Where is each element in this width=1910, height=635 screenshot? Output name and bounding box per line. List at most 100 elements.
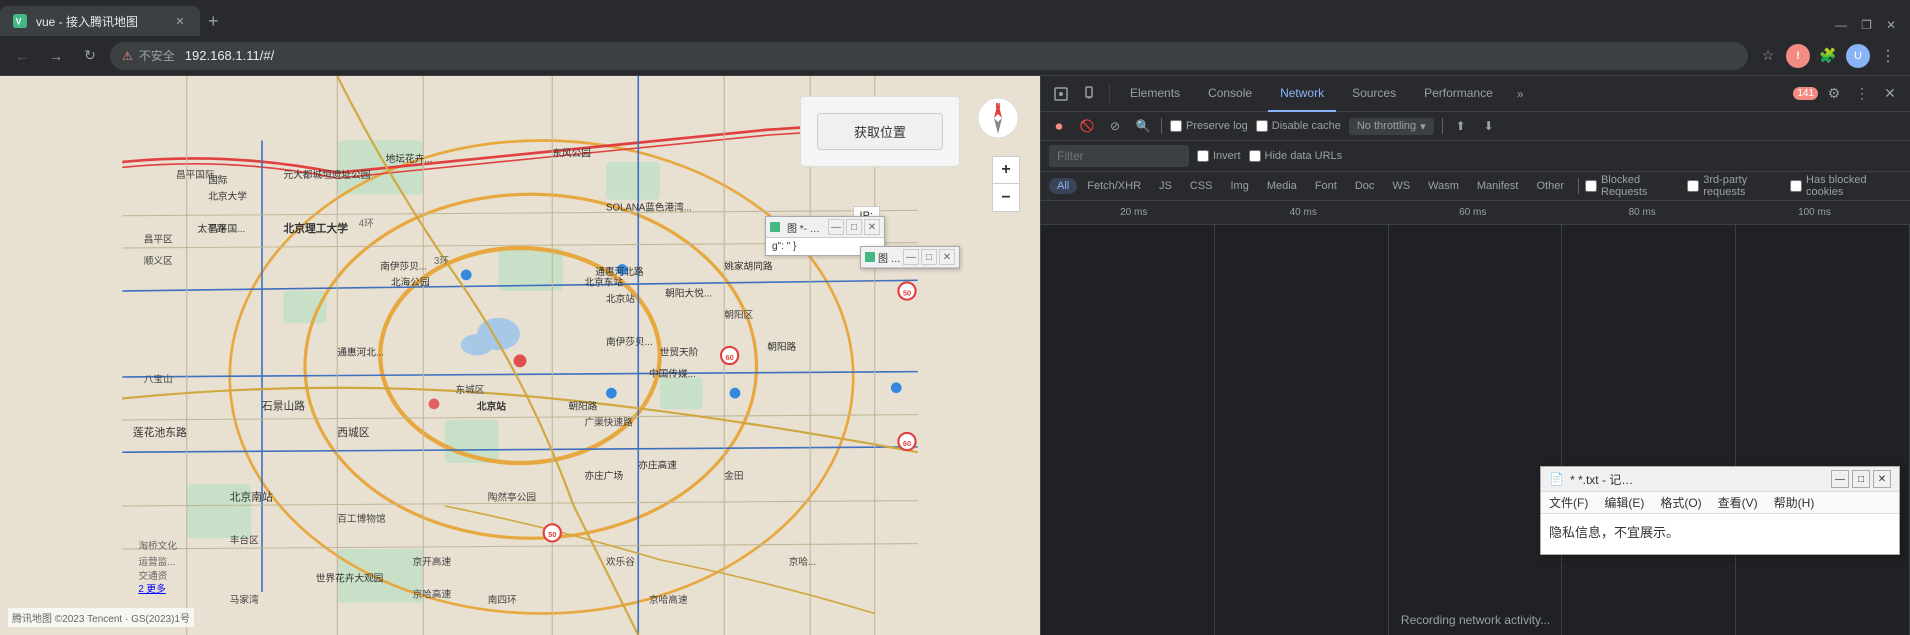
- tab-sources[interactable]: Sources: [1340, 76, 1408, 112]
- notepad-menu-format[interactable]: 格式(O): [1652, 492, 1709, 513]
- export-button[interactable]: ⬇: [1479, 116, 1499, 136]
- disable-cache-checkbox[interactable]: [1256, 120, 1268, 132]
- throttle-chevron: ▾: [1420, 120, 1426, 133]
- extensions-button[interactable]: 🧩: [1814, 42, 1842, 70]
- browser-tab[interactable]: V vue - 接入腾讯地图 ✕: [0, 6, 200, 36]
- zoom-in-button[interactable]: +: [992, 156, 1020, 184]
- get-location-button[interactable]: 获取位置: [817, 113, 943, 150]
- reload-button[interactable]: ↻: [76, 42, 104, 70]
- preserve-log-label[interactable]: Preserve log: [1186, 120, 1248, 132]
- back-button[interactable]: ←: [8, 42, 36, 70]
- user-avatar-button[interactable]: U: [1846, 44, 1870, 68]
- filter-toggle-button[interactable]: ⊘: [1105, 116, 1125, 136]
- url-display: 192.168.1.11/#/: [185, 48, 274, 63]
- svg-text:京哈高速: 京哈高速: [413, 588, 452, 600]
- restore-button[interactable]: ❐: [1855, 16, 1878, 34]
- security-label: 不安全: [139, 47, 175, 64]
- throttle-selector[interactable]: No throttling ▾: [1349, 118, 1434, 135]
- clear-network-button[interactable]: 🚫: [1077, 116, 1097, 136]
- float1-minimize[interactable]: —: [828, 219, 844, 235]
- type-tab-ws[interactable]: WS: [1384, 178, 1418, 194]
- notepad-menu-edit[interactable]: 编辑(E): [1596, 492, 1652, 513]
- has-blocked-cookies-label[interactable]: Has blocked cookies: [1806, 174, 1902, 198]
- tab-favicon: V: [12, 13, 28, 29]
- third-party-checkbox[interactable]: [1687, 180, 1699, 192]
- notepad-close[interactable]: ✕: [1873, 470, 1891, 488]
- svg-text:中国传媒...: 中国传媒...: [649, 368, 696, 380]
- float1-restore[interactable]: □: [846, 219, 862, 235]
- type-tab-media[interactable]: Media: [1259, 178, 1305, 194]
- hide-data-urls-checkbox[interactable]: [1249, 150, 1261, 162]
- float2-minimize[interactable]: —: [903, 249, 919, 265]
- float1-close[interactable]: ✕: [864, 219, 880, 235]
- float2-win-controls: — □ ✕: [903, 249, 955, 265]
- tab-console[interactable]: Console: [1196, 76, 1264, 112]
- devtools-settings-button[interactable]: ⚙: [1822, 82, 1846, 106]
- request-count-badge: 141: [1793, 87, 1818, 100]
- tab-performance[interactable]: Performance: [1412, 76, 1505, 112]
- address-input[interactable]: ⚠ 不安全 192.168.1.11/#/: [110, 42, 1748, 70]
- tab-close-button[interactable]: ✕: [172, 13, 188, 29]
- timeline-grid: [1041, 225, 1910, 635]
- svg-text:淘桥文化: 淘桥文化: [138, 540, 177, 552]
- import-button[interactable]: ⬆: [1451, 116, 1471, 136]
- browser-menu-button[interactable]: ⋮: [1874, 42, 1902, 70]
- svg-text:通惠河北...: 通惠河北...: [337, 347, 384, 359]
- type-tab-other[interactable]: Other: [1528, 178, 1572, 194]
- invert-label[interactable]: Invert: [1213, 150, 1241, 162]
- type-tab-wasm[interactable]: Wasm: [1420, 178, 1467, 194]
- zoom-out-button[interactable]: −: [992, 184, 1020, 212]
- invert-checkbox[interactable]: [1197, 150, 1209, 162]
- third-party-label[interactable]: 3rd-party requests: [1703, 174, 1788, 198]
- timeline-label-20ms: 20 ms: [1120, 207, 1147, 218]
- devtools-device-button[interactable]: [1077, 82, 1101, 106]
- float2-restore[interactable]: □: [921, 249, 937, 265]
- type-tab-font[interactable]: Font: [1307, 178, 1345, 194]
- type-tab-img[interactable]: Img: [1223, 178, 1257, 194]
- search-button[interactable]: 🔍: [1133, 116, 1153, 136]
- float2-close[interactable]: ✕: [939, 249, 955, 265]
- devtools-inspect-button[interactable]: [1049, 82, 1073, 106]
- blocked-requests-checkbox[interactable]: [1585, 180, 1597, 192]
- svg-text:运营监...: 运营监...: [138, 556, 175, 568]
- has-blocked-group: Has blocked cookies: [1790, 174, 1902, 198]
- bookmark-button[interactable]: ☆: [1754, 42, 1782, 70]
- has-blocked-cookies-checkbox[interactable]: [1790, 180, 1802, 192]
- notepad-menu-view[interactable]: 查看(V): [1710, 492, 1766, 513]
- hide-data-urls-label[interactable]: Hide data URLs: [1265, 150, 1343, 162]
- svg-text:欢乐谷: 欢乐谷: [606, 556, 635, 568]
- svg-text:50: 50: [903, 288, 911, 297]
- svg-text:4环: 4环: [359, 219, 374, 230]
- svg-text:太平路: 太平路: [198, 223, 227, 235]
- new-tab-button[interactable]: +: [200, 6, 227, 36]
- notepad-restore[interactable]: □: [1852, 470, 1870, 488]
- blocked-requests-label[interactable]: Blocked Requests: [1601, 174, 1685, 198]
- forward-button[interactable]: →: [42, 42, 70, 70]
- minimize-button[interactable]: —: [1829, 16, 1853, 34]
- stop-recording-button[interactable]: ⏺: [1049, 116, 1069, 136]
- filter-input[interactable]: [1049, 145, 1189, 167]
- notepad-menu-file[interactable]: 文件(F): [1541, 492, 1596, 513]
- disable-cache-label[interactable]: Disable cache: [1272, 120, 1341, 132]
- type-tab-divider: [1578, 178, 1579, 194]
- svg-text:60: 60: [903, 439, 911, 448]
- tab-elements[interactable]: Elements: [1118, 76, 1192, 112]
- type-tab-all[interactable]: All: [1049, 178, 1077, 194]
- type-tab-js[interactable]: JS: [1151, 178, 1180, 194]
- tab-more-button[interactable]: »: [1509, 87, 1532, 101]
- type-tab-doc[interactable]: Doc: [1347, 178, 1383, 194]
- devtools-close-button[interactable]: ✕: [1878, 82, 1902, 106]
- hide-data-urls-group: Hide data URLs: [1249, 150, 1343, 162]
- notepad-menu-help[interactable]: 帮助(H): [1766, 492, 1823, 513]
- svg-text:丰台区: 丰台区: [230, 535, 259, 547]
- devtools-more-button[interactable]: ⋮: [1850, 82, 1874, 106]
- type-tab-css[interactable]: CSS: [1182, 178, 1221, 194]
- tab-network[interactable]: Network: [1268, 76, 1336, 112]
- notepad-minimize[interactable]: —: [1831, 470, 1849, 488]
- type-tab-fetch-xhr[interactable]: Fetch/XHR: [1079, 178, 1149, 194]
- preserve-log-checkbox[interactable]: [1170, 120, 1182, 132]
- notepad-window: 📄 * *.txt - 记… — □ ✕ 文件(F) 编辑(E) 格式(O) 查…: [1540, 466, 1900, 555]
- close-window-button[interactable]: ✕: [1880, 16, 1902, 34]
- type-tab-manifest[interactable]: Manifest: [1469, 178, 1527, 194]
- profile-button[interactable]: !: [1786, 44, 1810, 68]
